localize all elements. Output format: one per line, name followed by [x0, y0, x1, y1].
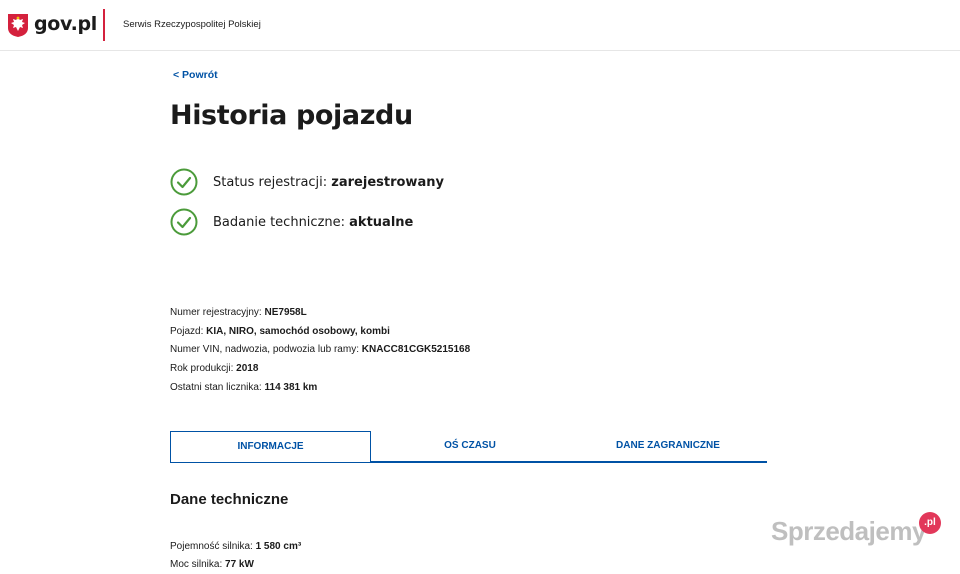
info-label: Pojazd:	[170, 325, 204, 337]
info-vehicle: Pojazd: KIA, NIRO, samochód osobowy, kom…	[170, 323, 470, 342]
info-vin: Numer VIN, nadwozia, podwozia lub ramy: …	[170, 341, 470, 360]
section-title: Dane techniczne	[170, 491, 289, 508]
info-label: Ostatni stan licznika:	[170, 381, 262, 393]
watermark-badge: .pl	[919, 512, 941, 534]
logo-divider	[103, 9, 105, 41]
tech-label: Pojemność silnika:	[170, 541, 253, 552]
header-subtitle: Serwis Rzeczypospolitej Polskiej	[123, 19, 261, 30]
tech-value: 1 580 cm³	[255, 541, 302, 552]
vehicle-info-list: Numer rejestracyjny: NE7958L Pojazd: KIA…	[170, 304, 470, 397]
status-label: Badanie techniczne:	[213, 214, 346, 230]
gov-pl-logo[interactable]: gov.pl	[34, 13, 97, 35]
tab-informacje[interactable]: INFORMACJE	[170, 431, 371, 462]
tech-value: 77 kW	[225, 559, 254, 570]
back-link[interactable]: < Powrót	[173, 69, 218, 81]
status-registration: Status rejestracji: zarejestrowany	[170, 168, 444, 196]
info-value: KIA, NIRO, samochód osobowy, kombi	[206, 325, 390, 337]
status-value: zarejestrowany	[331, 174, 444, 190]
tech-info-list: Pojemność silnika: 1 580 cm³ Moc silnika…	[170, 538, 301, 574]
info-odometer: Ostatni stan licznika: 114 381 km	[170, 379, 470, 398]
tech-label: Moc silnika:	[170, 559, 223, 570]
tab-bar: INFORMACJE OŚ CZASU DANE ZAGRANICZNE	[170, 431, 767, 463]
status-inspection-text: Badanie techniczne: aktualne	[213, 215, 413, 230]
info-registration-number: Numer rejestracyjny: NE7958L	[170, 304, 470, 323]
watermark: Sprzedajemy	[771, 516, 926, 546]
tech-engine-power: Moc silnika: 77 kW	[170, 556, 301, 574]
info-value: 2018	[236, 363, 259, 375]
check-circle-icon	[170, 168, 198, 196]
status-value: aktualne	[349, 214, 414, 230]
tab-os-czasu[interactable]: OŚ CZASU	[371, 431, 569, 461]
page-title: Historia pojazdu	[170, 100, 413, 131]
info-value: KNACC81CGK5215168	[361, 344, 471, 356]
polish-eagle-emblem-icon[interactable]	[6, 12, 30, 38]
site-header: gov.pl Serwis Rzeczypospolitej Polskiej	[0, 0, 960, 51]
status-inspection: Badanie techniczne: aktualne	[170, 208, 413, 236]
check-circle-icon	[170, 208, 198, 236]
tech-engine-capacity: Pojemność silnika: 1 580 cm³	[170, 538, 301, 556]
info-value: 114 381 km	[264, 381, 318, 393]
info-label: Numer VIN, nadwozia, podwozia lub ramy:	[170, 344, 359, 356]
status-registration-text: Status rejestracji: zarejestrowany	[213, 175, 444, 190]
status-label: Status rejestracji:	[213, 174, 328, 190]
tab-dane-zagraniczne[interactable]: DANE ZAGRANICZNE	[569, 431, 767, 461]
info-label: Rok produkcji:	[170, 363, 234, 375]
info-label: Numer rejestracyjny:	[170, 307, 262, 318]
info-production-year: Rok produkcji: 2018	[170, 360, 470, 379]
info-value: NE7958L	[264, 307, 307, 318]
